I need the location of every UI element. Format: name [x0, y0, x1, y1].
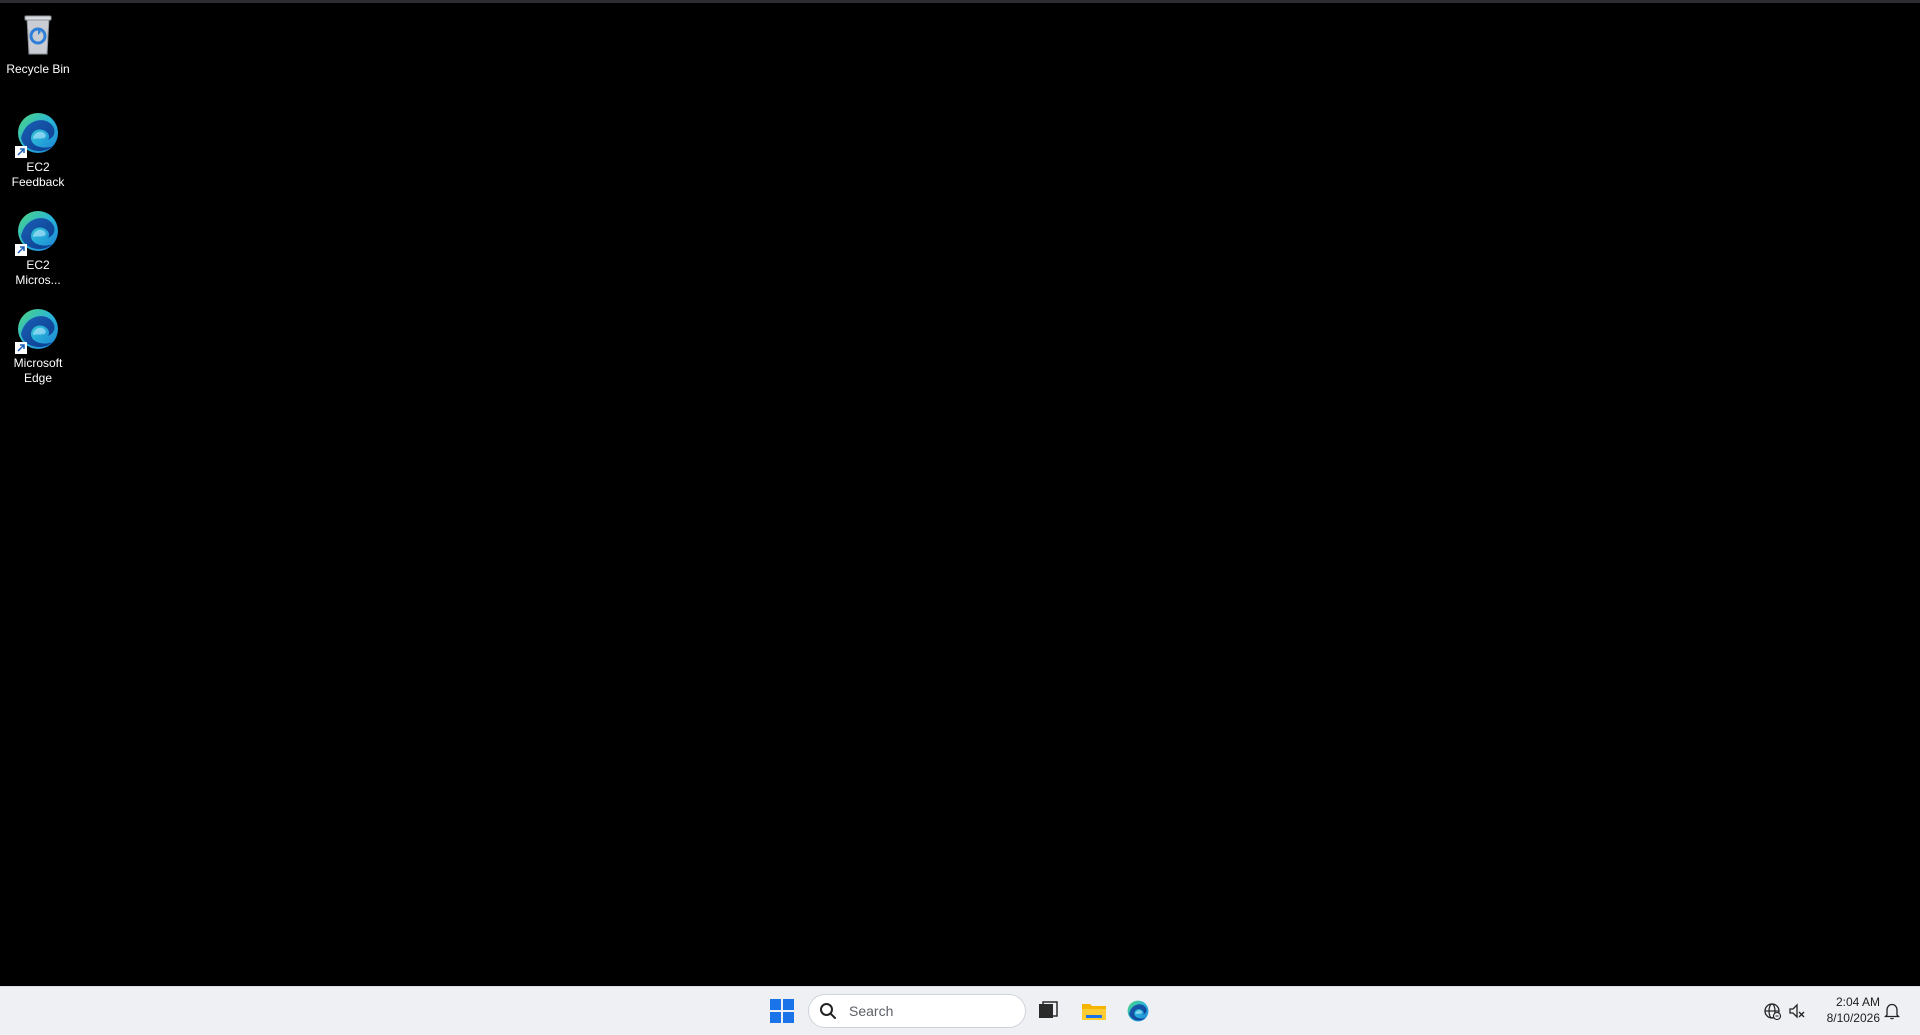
globe-icon	[1764, 1003, 1781, 1020]
edge-taskbar-button[interactable]	[1118, 993, 1158, 1029]
desktop-icon-label: Recycle Bin	[6, 62, 70, 76]
desktop-icon-label: EC2 Micros...	[15, 258, 61, 287]
desktop-icon-label: Microsoft Edge	[13, 356, 63, 385]
shortcut-arrow-icon	[15, 244, 27, 256]
edge-shortcut-icon	[13, 108, 63, 158]
desktop[interactable]: Recycle Bin EC2 Feedback EC2 Micros... M…	[0, 0, 1920, 986]
volume-button[interactable]	[1787, 1001, 1807, 1021]
edge-icon	[1125, 998, 1151, 1024]
desktop-icon-ec2-micros[interactable]: EC2 Micros...	[0, 206, 76, 288]
bell-icon	[1884, 1003, 1900, 1020]
window-top-border	[0, 0, 1920, 3]
shortcut-arrow-icon	[15, 342, 27, 354]
edge-shortcut-icon	[13, 304, 63, 354]
taskbar-search-box[interactable]: Search	[808, 994, 1026, 1028]
clock[interactable]: 2:04 AM 8/10/2026	[1808, 994, 1880, 1026]
clock-date: 8/10/2026	[1826, 1011, 1880, 1025]
task-view-button[interactable]	[1028, 993, 1068, 1029]
windows-start-icon	[770, 999, 794, 1023]
desktop-icon-ec2-feedback[interactable]: EC2 Feedback	[0, 108, 76, 190]
edge-shortcut-icon	[13, 206, 63, 256]
desktop-icon-recycle-bin[interactable]: Recycle Bin	[0, 10, 76, 77]
file-explorer-button[interactable]	[1074, 993, 1114, 1029]
desktop-icon-microsoft-edge[interactable]: Microsoft Edge	[0, 304, 76, 386]
clock-time: 2:04 AM	[1835, 995, 1880, 1009]
search-icon	[820, 1003, 836, 1019]
folder-icon	[1082, 1004, 1106, 1020]
desktop-icon-label: EC2 Feedback	[11, 160, 65, 189]
notifications-button[interactable]	[1882, 1001, 1902, 1021]
search-placeholder: Search	[849, 1003, 894, 1019]
speaker-muted-icon	[1789, 1003, 1805, 1019]
start-button[interactable]	[762, 993, 802, 1029]
task-view-icon	[1039, 1001, 1058, 1018]
network-button[interactable]	[1762, 1001, 1782, 1021]
taskbar: Search 2:04 AM 8/10/2026	[0, 986, 1920, 1035]
shortcut-arrow-icon	[15, 146, 27, 158]
recycle-bin-icon	[13, 10, 63, 60]
